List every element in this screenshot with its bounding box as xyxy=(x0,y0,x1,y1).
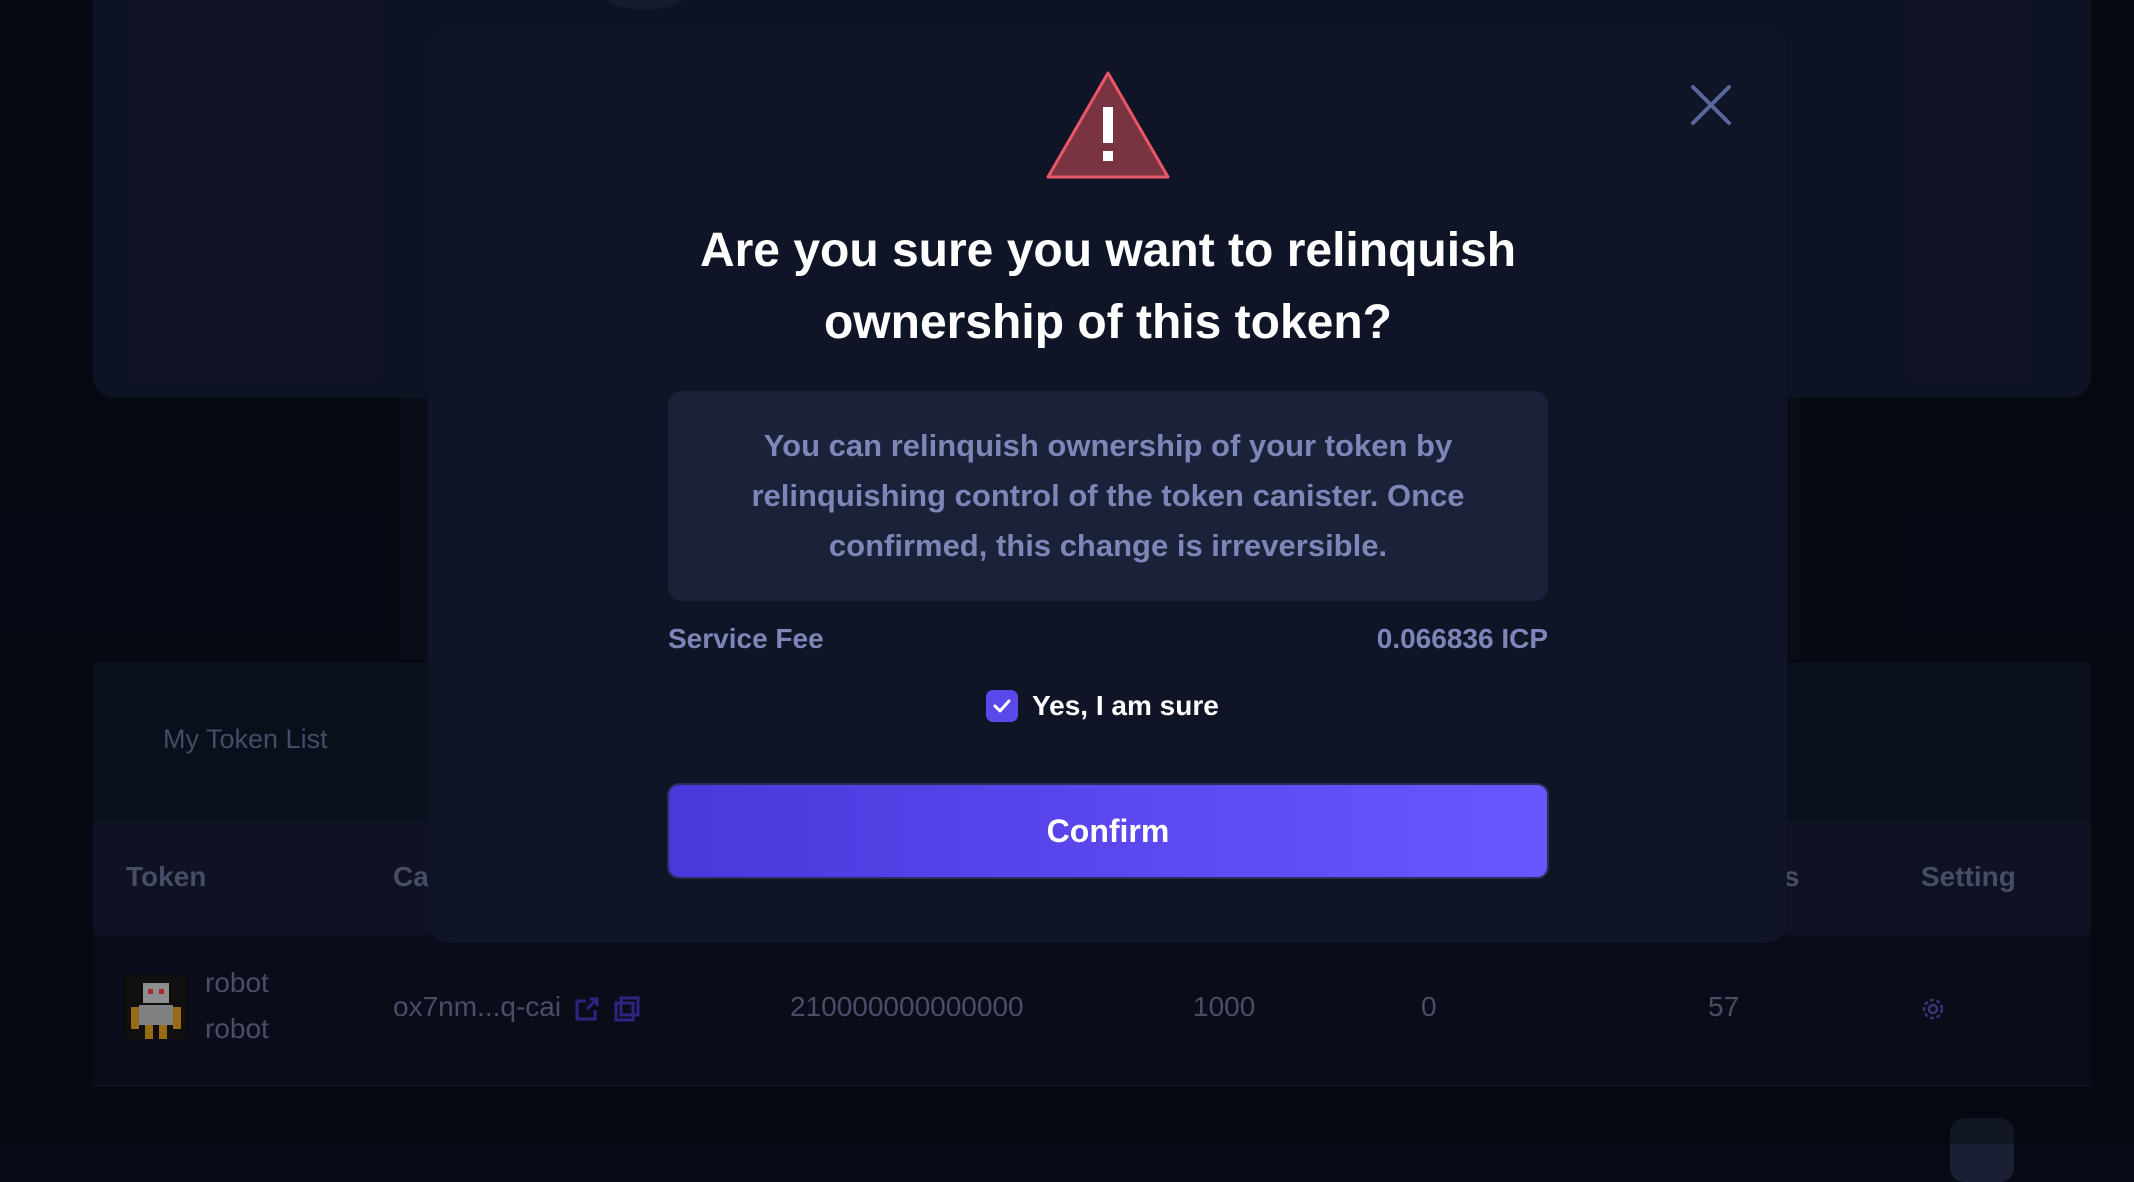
close-icon[interactable] xyxy=(1683,77,1739,133)
check-icon xyxy=(993,699,1011,713)
confirm-checkbox[interactable] xyxy=(986,690,1018,722)
modal-title: Are you sure you want to relinquish owne… xyxy=(699,224,1517,349)
service-fee-label: Service Fee xyxy=(668,623,824,654)
confirm-checkbox-label: Yes, I am sure xyxy=(1032,690,1219,721)
service-fee-value: 0.066836 ICP xyxy=(1376,623,1548,654)
warning-triangle-icon xyxy=(1046,71,1170,179)
info-text: You can relinquish ownership of your tok… xyxy=(751,428,1465,563)
confirm-checkbox-row[interactable]: Yes, I am sure xyxy=(986,688,1219,724)
confirm-button[interactable]: Confirm xyxy=(669,785,1547,877)
service-fee-row: Service Fee 0.066836 ICP xyxy=(668,623,1548,663)
info-box: You can relinquish ownership of your tok… xyxy=(668,391,1548,601)
relinquish-ownership-modal: Are you sure you want to relinquish owne… xyxy=(428,25,1787,943)
